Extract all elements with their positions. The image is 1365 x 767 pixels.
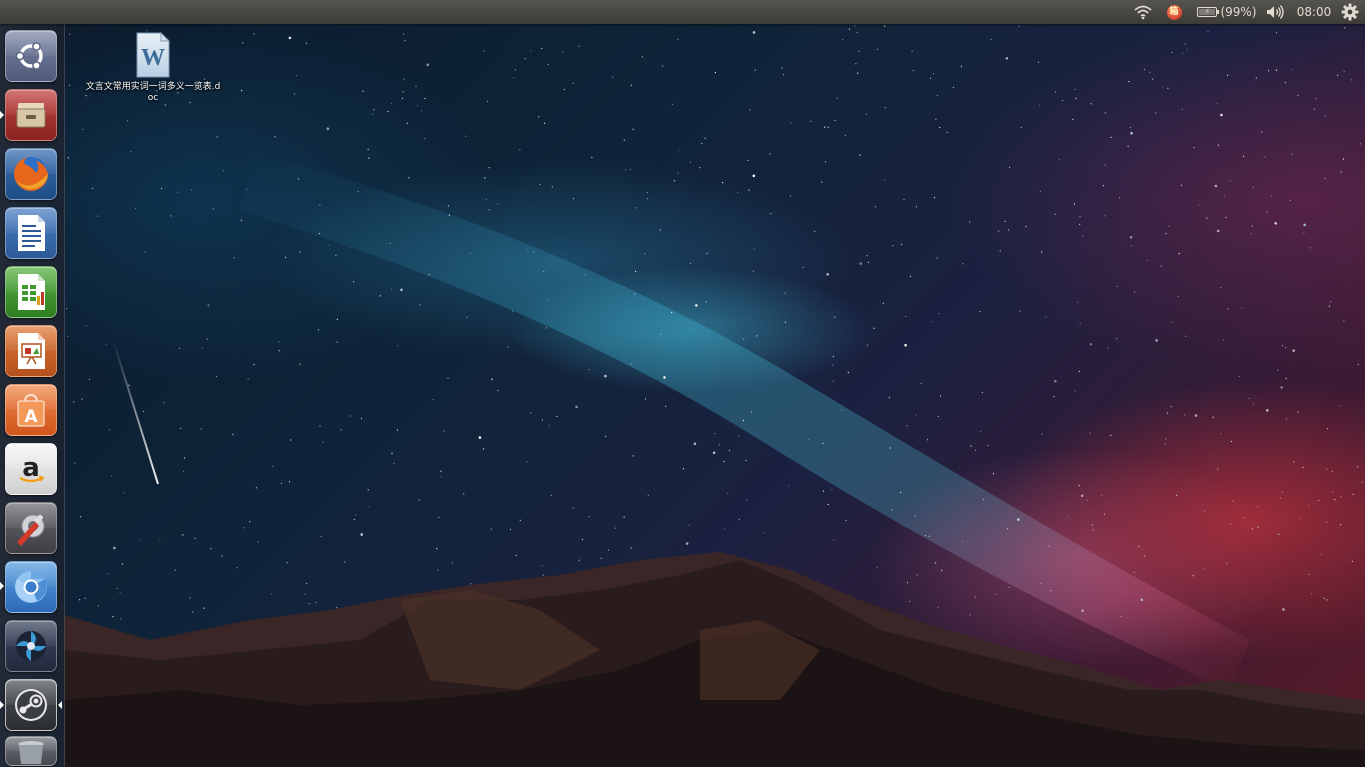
focused-pip-steam [58, 701, 62, 709]
trash-icon [14, 738, 48, 764]
launcher-item-firefox[interactable] [5, 148, 57, 200]
desktop-file-label: 文言文常用实词一词多义一览表.doc [85, 82, 221, 103]
word-document-icon: W [136, 32, 171, 78]
writer-document-icon [13, 213, 49, 253]
battery-indicator[interactable]: ⚡ (99%) [1196, 0, 1258, 24]
launcher-item-steam[interactable] [5, 679, 57, 731]
gear-icon [1341, 3, 1359, 21]
app-indicator-icon: 箱 [1166, 4, 1182, 20]
launcher: A a [0, 24, 65, 767]
desktop-wallpaper[interactable]: W 文言文常用实词一词多义一览表.doc [0, 0, 1365, 767]
top-panel: 箱 ⚡ (99%) 08:00 [0, 0, 1365, 24]
launcher-item-libreoffice-calc[interactable] [5, 266, 57, 318]
clock-text: 08:00 [1296, 5, 1332, 19]
wallpaper-mountains [64, 552, 1365, 767]
volume-icon [1267, 5, 1284, 19]
launcher-item-libreoffice-impress[interactable] [5, 325, 57, 377]
launcher-item-libreoffice-writer[interactable] [5, 207, 57, 259]
launcher-item-files[interactable] [5, 89, 57, 141]
launcher-item-trash[interactable] [5, 736, 57, 766]
launcher-item-system-settings[interactable] [5, 502, 57, 554]
volume-indicator[interactable] [1264, 0, 1286, 24]
steam-icon [12, 686, 50, 724]
running-pip-chromium [0, 582, 4, 590]
wifi-icon [1134, 5, 1152, 20]
launcher-item-software-center[interactable]: A [5, 384, 57, 436]
svg-text:W: W [141, 45, 165, 71]
wrench-gear-icon [11, 508, 51, 548]
running-pip-files [0, 111, 4, 119]
running-pip-steam [0, 701, 4, 709]
battery-icon: ⚡ [1197, 7, 1220, 17]
shopping-bag-icon: A [13, 391, 49, 429]
ubuntu-logo-icon [13, 38, 49, 74]
desktop-file-doc[interactable]: W 文言文常用实词一词多义一览表.doc [84, 30, 222, 108]
clock-indicator[interactable]: 08:00 [1293, 0, 1335, 24]
svg-text:a: a [22, 453, 40, 483]
session-indicator[interactable] [1339, 0, 1361, 24]
wifi-indicator[interactable] [1131, 0, 1155, 24]
launcher-item-chromium[interactable] [5, 561, 57, 613]
impress-presentation-icon [13, 331, 49, 371]
file-cabinet-icon [13, 97, 49, 133]
calc-spreadsheet-icon [13, 272, 49, 312]
launcher-item-amazon[interactable]: a [5, 443, 57, 495]
app-indicator[interactable]: 箱 [1163, 0, 1185, 24]
launcher-item-shutter[interactable] [5, 620, 57, 672]
svg-text:A: A [24, 407, 38, 427]
amazon-icon: a [13, 451, 49, 487]
firefox-icon [10, 153, 52, 195]
chromium-icon [12, 568, 50, 606]
shutter-aperture-icon [12, 627, 50, 665]
launcher-item-dash-home[interactable] [5, 30, 57, 82]
battery-percent-text: (99%) [1220, 5, 1257, 19]
